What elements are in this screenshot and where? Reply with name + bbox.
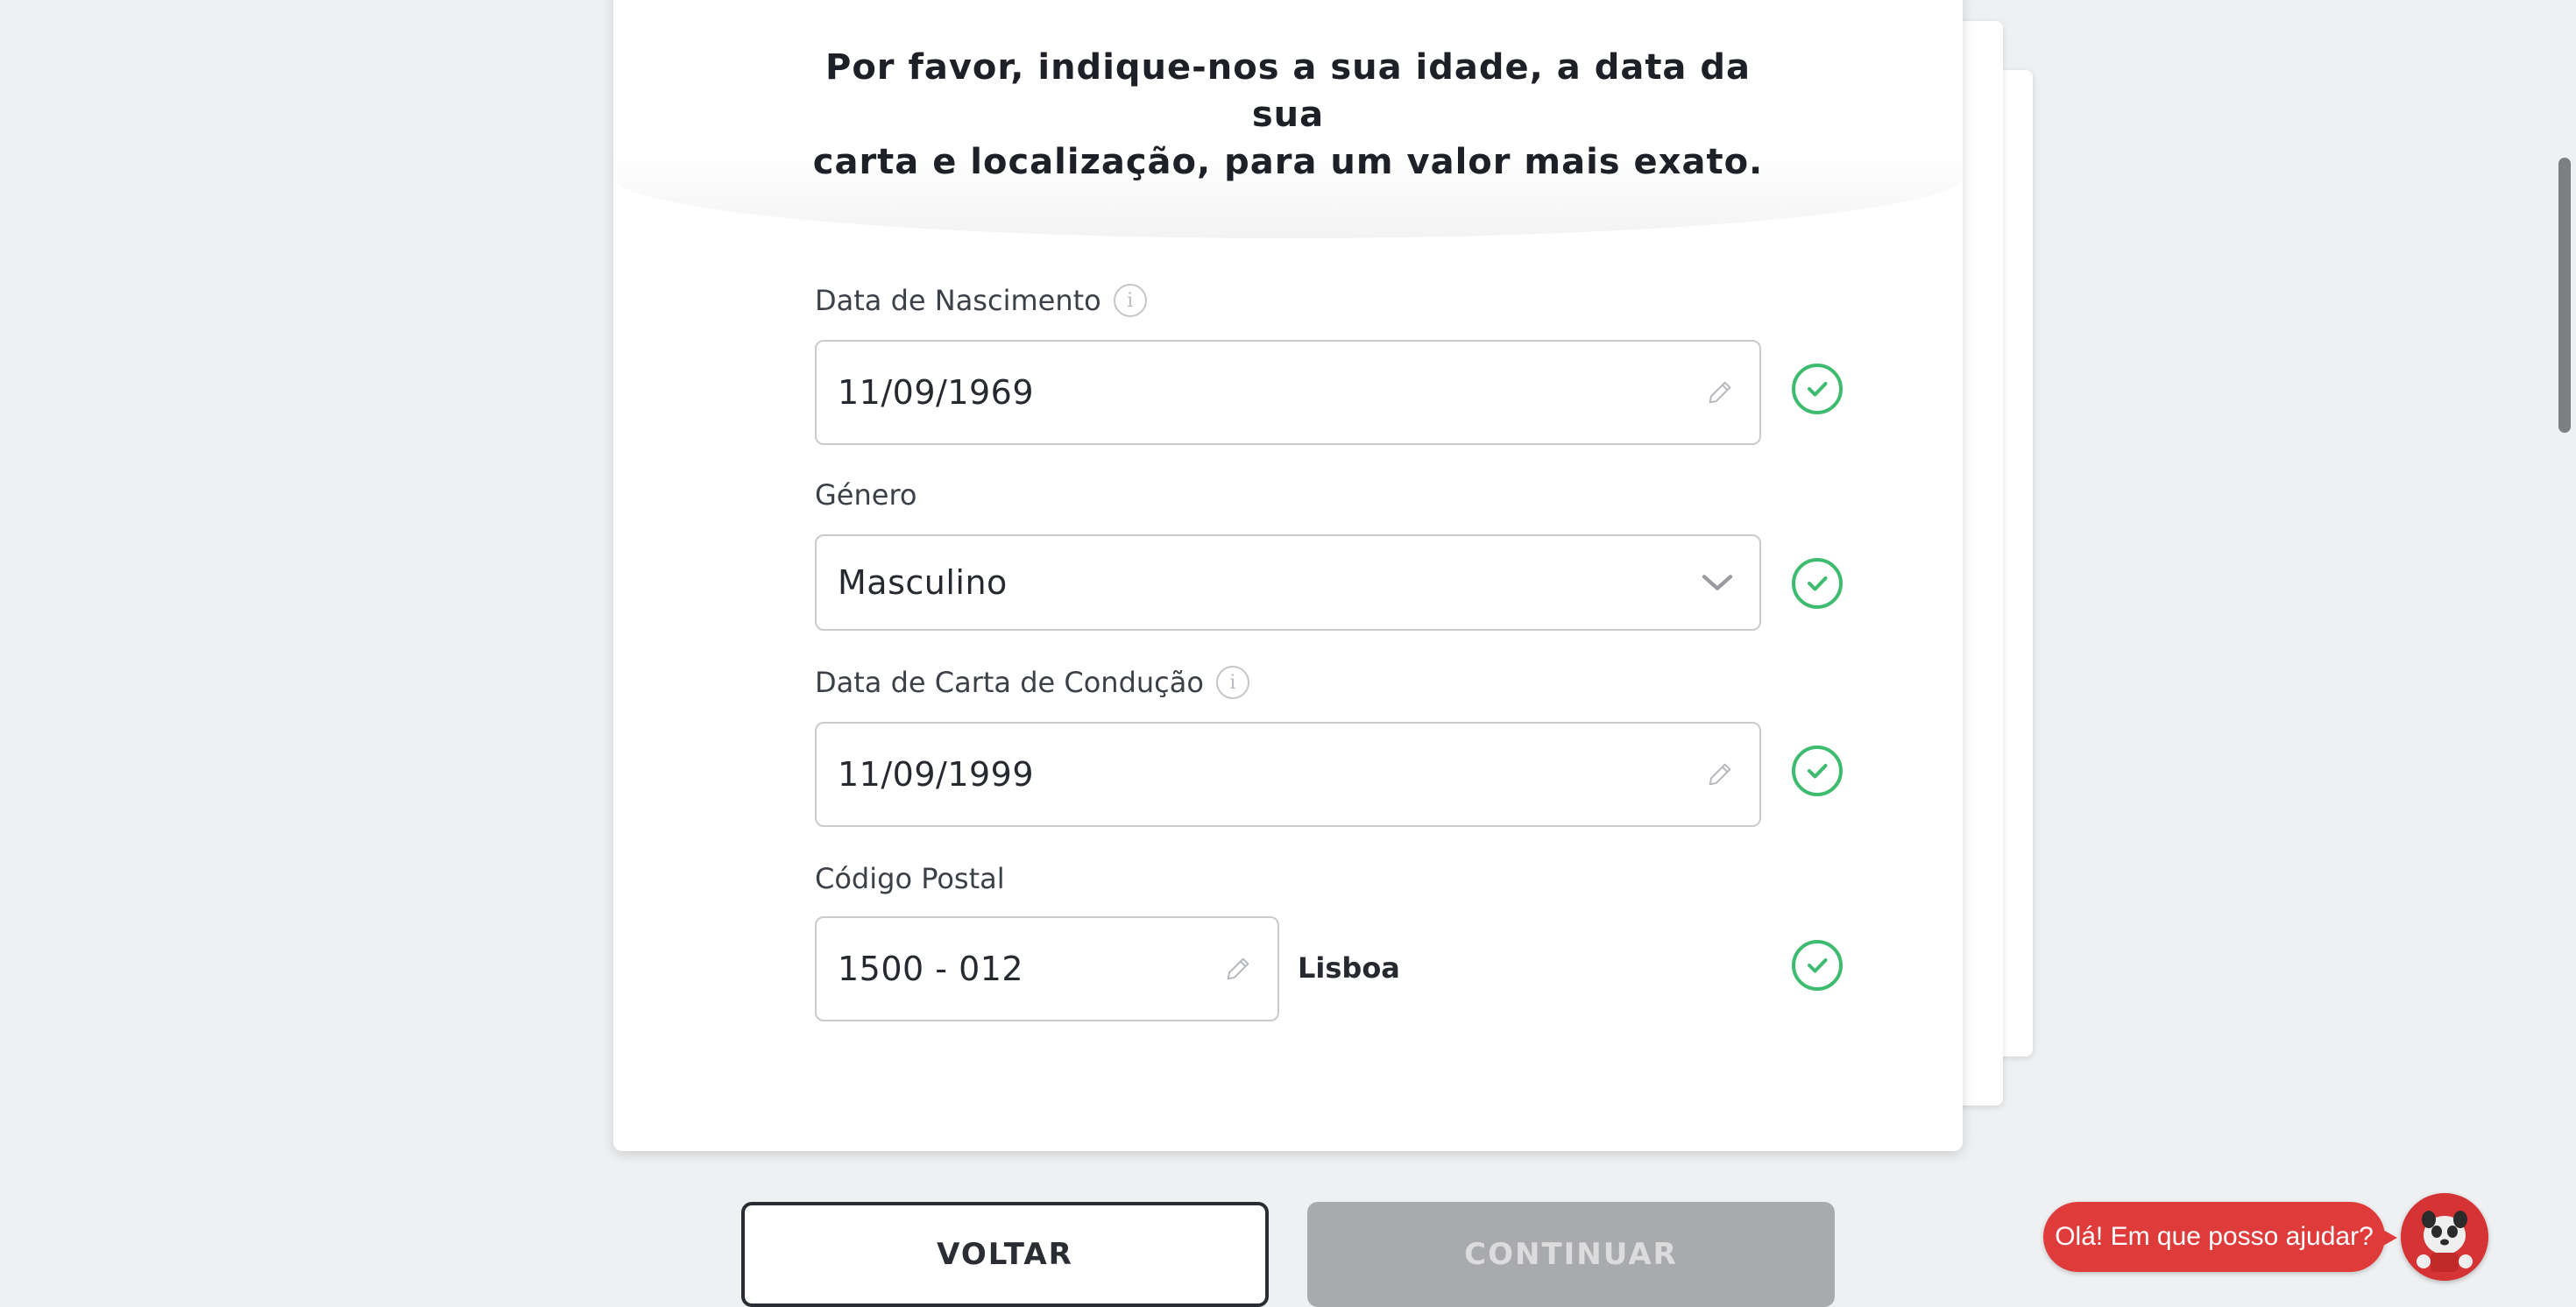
chevron-down-icon[interactable] xyxy=(1700,565,1735,600)
check-circle-icon xyxy=(1792,745,1843,796)
birth-date-field[interactable]: 11/09/1969 xyxy=(815,340,1761,445)
postal-code-value: 1500 - 012 xyxy=(838,950,1024,988)
pencil-icon[interactable] xyxy=(1705,378,1735,407)
scrollbar-thumb[interactable] xyxy=(2558,158,2571,433)
license-date-value: 11/09/1999 xyxy=(838,755,1035,794)
pencil-icon[interactable] xyxy=(1223,954,1253,984)
license-date-field[interactable]: 11/09/1999 xyxy=(815,722,1761,827)
postal-city: Lisboa xyxy=(1298,951,1400,985)
pencil-icon[interactable] xyxy=(1705,759,1735,789)
info-icon[interactable]: i xyxy=(1113,284,1147,317)
license-date-label: Data de Carta de Condução i xyxy=(815,666,1249,699)
back-button[interactable]: VOLTAR xyxy=(741,1202,1269,1307)
chat-greeting-text: Olá! Em que posso ajudar? xyxy=(2055,1222,2374,1251)
page-title: Por favor, indique-nos a sua idade, a da… xyxy=(806,44,1770,186)
gender-label: Género xyxy=(815,478,917,512)
page-title-line-2: carta e localização, para um valor mais … xyxy=(812,142,1764,182)
postal-code-field[interactable]: 1500 - 012 xyxy=(815,916,1279,1021)
postal-code-label: Código Postal xyxy=(815,862,1005,895)
birth-date-value: 11/09/1969 xyxy=(838,373,1035,412)
gender-value: Masculino xyxy=(838,563,1008,602)
chat-greeting-bubble[interactable]: Olá! Em que posso ajudar? xyxy=(2043,1202,2397,1272)
check-circle-icon xyxy=(1792,558,1843,609)
birth-date-label: Data de Nascimento i xyxy=(815,284,1147,317)
chat-avatar-button[interactable] xyxy=(2401,1193,2488,1281)
chat-bot-icon xyxy=(2401,1193,2488,1281)
gender-select[interactable]: Masculino xyxy=(815,534,1761,631)
check-circle-icon xyxy=(1792,940,1843,991)
check-circle-icon xyxy=(1792,364,1843,414)
continue-button[interactable]: CONTINUAR xyxy=(1307,1202,1835,1307)
page-title-line-1: Por favor, indique-nos a sua idade, a da… xyxy=(825,47,1751,135)
info-icon[interactable]: i xyxy=(1215,666,1249,699)
